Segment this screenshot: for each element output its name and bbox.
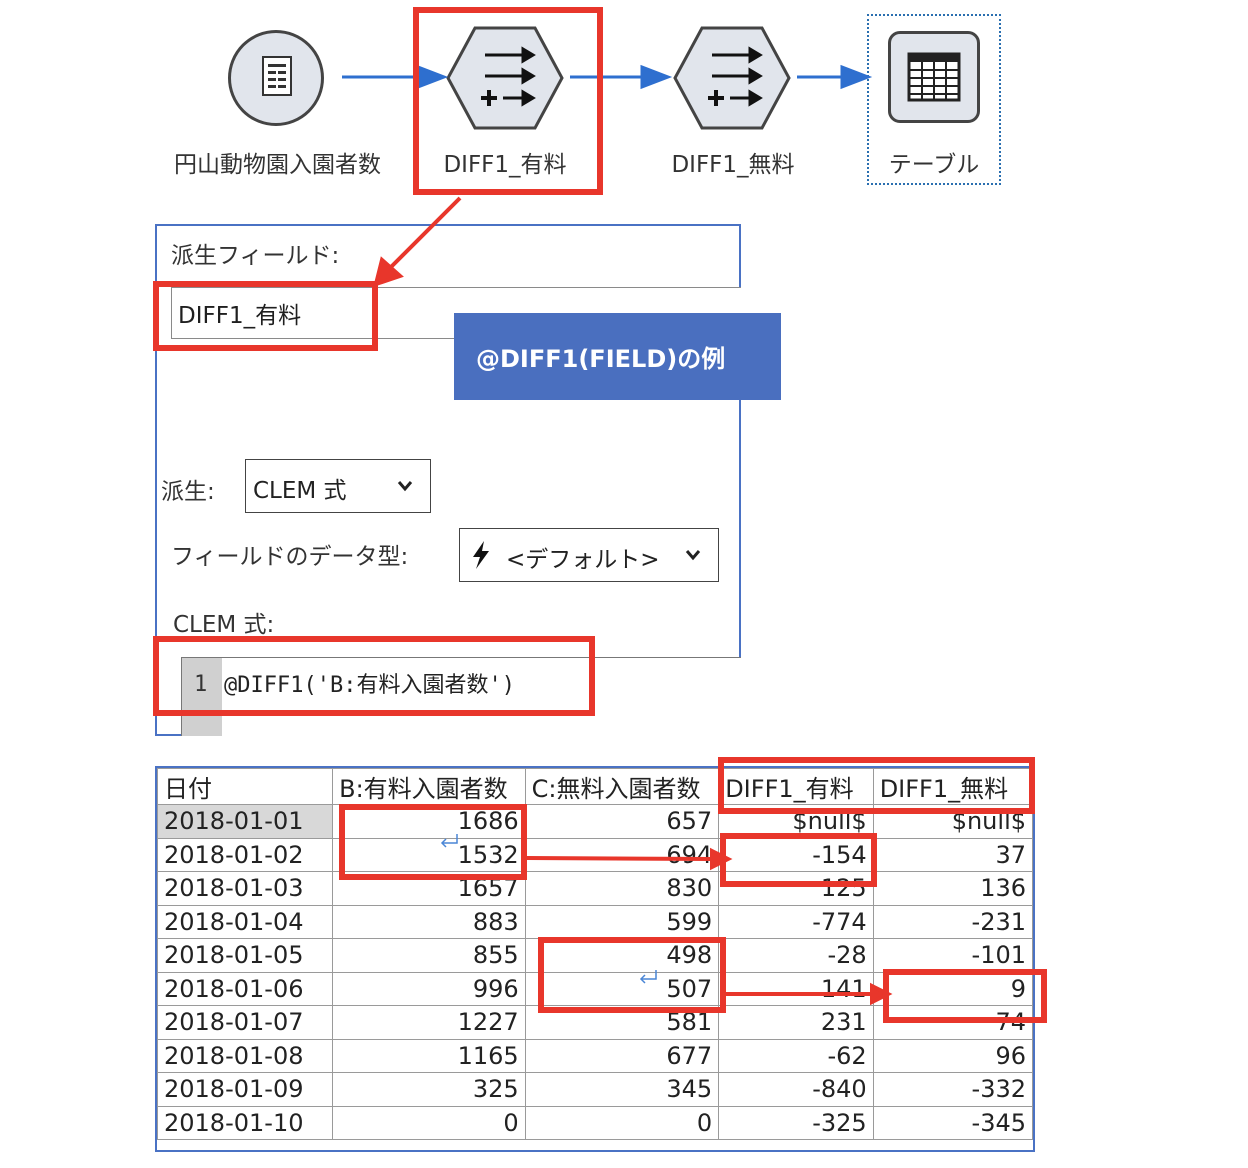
result-arrows	[440, 834, 893, 1006]
